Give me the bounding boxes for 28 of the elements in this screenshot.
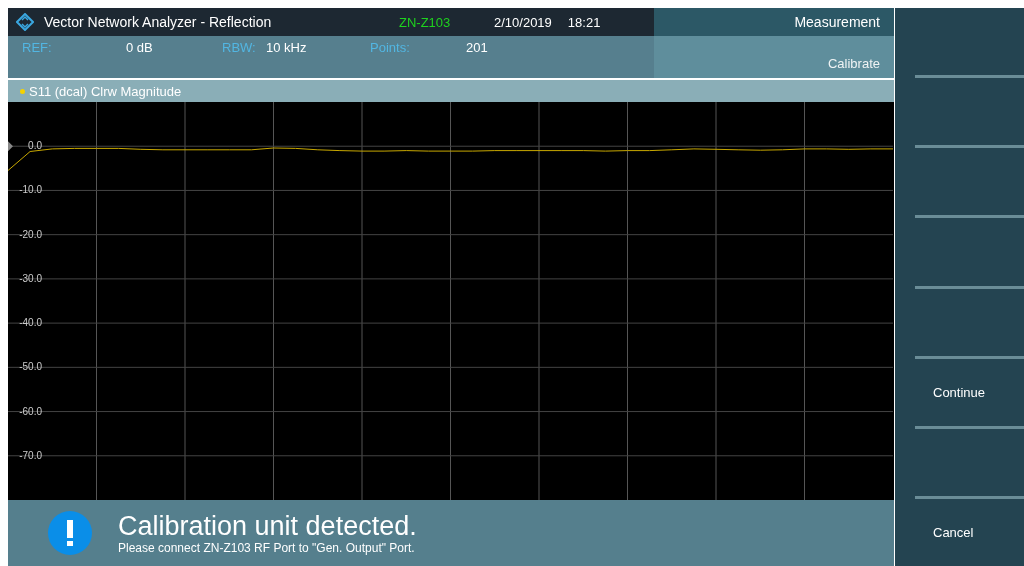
message-text: Please connect ZN-Z103 RF Port to "Gen. Output" Port. <box>118 541 416 555</box>
softkey[interactable]: Continue <box>915 358 1024 429</box>
trace-label: S11 (dcal) Clrw Magnitude <box>29 83 182 99</box>
setting-label: Points: <box>370 40 411 55</box>
mode-label: Measurement <box>654 8 894 36</box>
logo-icon <box>16 13 34 31</box>
axis-label: -60.0 <box>19 405 42 417</box>
setting-label: REF: <box>22 40 53 55</box>
axis-label: -40.0 <box>19 317 42 329</box>
softkey[interactable]: Cancel <box>915 498 1024 566</box>
window-title: Vector Network Analyzer - Reflection <box>44 14 273 30</box>
time: 18:21 <box>567 14 601 30</box>
axis-label: -10.0 <box>19 184 42 196</box>
message-title: Calibration unit detected. <box>118 511 417 541</box>
axis-label: -70.0 <box>19 449 42 461</box>
axis-label: -20.0 <box>19 228 42 240</box>
reference-marker-icon <box>8 141 13 152</box>
date: 2/10/2019 <box>494 14 552 30</box>
axis-label: -50.0 <box>19 361 42 373</box>
setting-value: 0 dB <box>126 40 154 55</box>
setting-value: 201 <box>466 40 489 55</box>
info-icon <box>48 511 92 555</box>
device-name: ZN-Z103 <box>399 14 452 30</box>
axis-label: 0.0 <box>28 140 42 152</box>
setting-label: RBW: <box>222 40 257 55</box>
submode-label: Calibrate <box>654 36 894 78</box>
axis-label: -30.0 <box>19 272 42 284</box>
setting-value: 10 kHz <box>266 40 308 55</box>
